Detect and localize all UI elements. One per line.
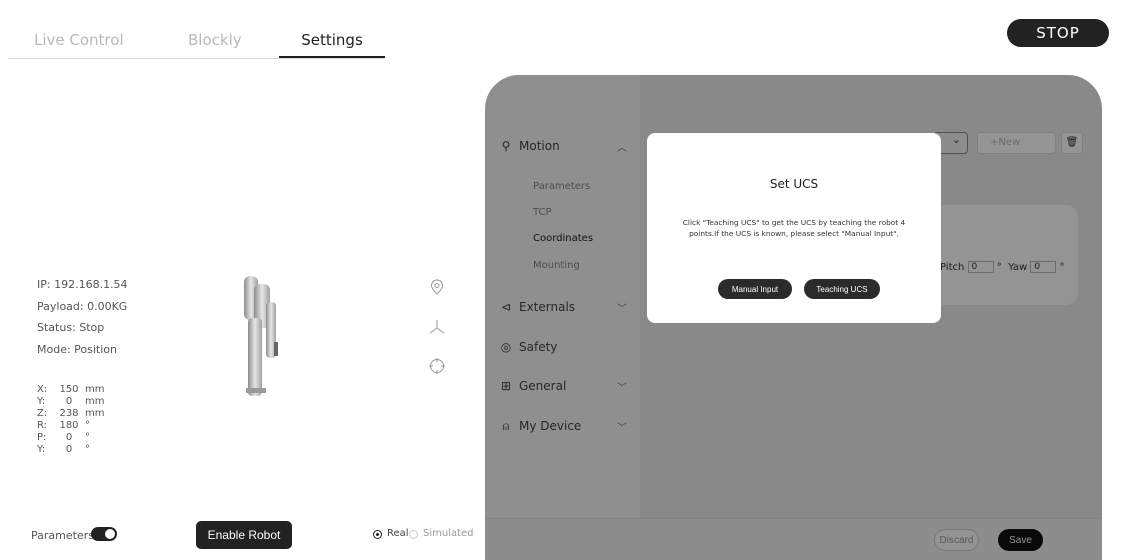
stop-button[interactable]: STOP [1007, 19, 1109, 47]
coord-row-x: X: 150 mm [37, 384, 115, 396]
coord-unit: ° [85, 444, 90, 455]
coord-unit: ° [85, 420, 90, 431]
parameters-toggle[interactable] [91, 527, 117, 541]
coord-row-y: Y: 0 mm [37, 396, 115, 408]
coord-value: 180 [59, 420, 79, 431]
coord-axis: Y: [37, 396, 46, 407]
coordinates-readout: X: 150 mm Y: 0 mm Z: 238 mm R: 180 ° P: … [37, 384, 115, 456]
robot-arm-image [244, 276, 278, 396]
real-radio[interactable] [373, 530, 382, 539]
tab-live-control[interactable]: Live Control [34, 22, 124, 58]
simulated-radio[interactable] [409, 530, 418, 539]
coord-value: 0 [65, 432, 73, 443]
coord-unit: ° [85, 432, 90, 443]
coord-unit: mm [85, 384, 105, 395]
payload-text: Payload: 0.00KG [37, 300, 128, 313]
tab-bar: Live Control Blockly Settings [8, 22, 1122, 60]
coord-value: 0 [65, 444, 73, 455]
location-pin-icon[interactable] [428, 278, 446, 296]
toggle-knob [105, 529, 115, 539]
coord-value: 238 [59, 408, 79, 419]
coord-axis: P: [37, 432, 47, 443]
tab-settings[interactable]: Settings [279, 22, 385, 58]
coord-row-r: R: 180 ° [37, 420, 115, 432]
coord-axis: Y: [37, 444, 46, 455]
coord-axis: Z: [37, 408, 48, 419]
coord-row-p: P: 0 ° [37, 432, 115, 444]
dialog-title: Set UCS [769, 177, 819, 191]
teaching-ucs-button[interactable]: Teaching UCS [804, 279, 880, 299]
simulated-radio-label: Simulated [423, 528, 474, 539]
manual-input-button[interactable]: Manual Input [718, 279, 792, 299]
real-radio-label: Real [387, 528, 409, 539]
coord-value: 150 [59, 384, 79, 395]
app-window: Live Control Blockly Settings STOP IP: 1… [0, 0, 1130, 560]
enable-robot-button[interactable]: Enable Robot [196, 521, 292, 549]
tab-divider [8, 58, 384, 59]
coord-axis: R: [37, 420, 48, 431]
coord-unit: mm [85, 408, 105, 419]
coord-axis: X: [37, 384, 48, 395]
ip-text: IP: 192.168.1.54 [37, 278, 128, 291]
coord-row-yaw: Y: 0 ° [37, 444, 115, 456]
tab-blockly[interactable]: Blockly [188, 22, 242, 58]
set-ucs-dialog: Set UCS Click "Teaching UCS" to get the … [647, 133, 941, 323]
axes-icon[interactable] [428, 318, 446, 336]
dialog-message: Click "Teaching UCS" to get the UCS by t… [682, 218, 906, 238]
target-crosshair-icon[interactable] [428, 357, 446, 375]
coord-row-z: Z: 238 mm [37, 408, 115, 420]
status-text: Status: Stop [37, 321, 105, 334]
parameters-label: Parameters [31, 529, 94, 542]
mode-text: Mode: Position [37, 343, 118, 356]
coord-value: 0 [65, 396, 73, 407]
coord-unit: mm [85, 396, 105, 407]
